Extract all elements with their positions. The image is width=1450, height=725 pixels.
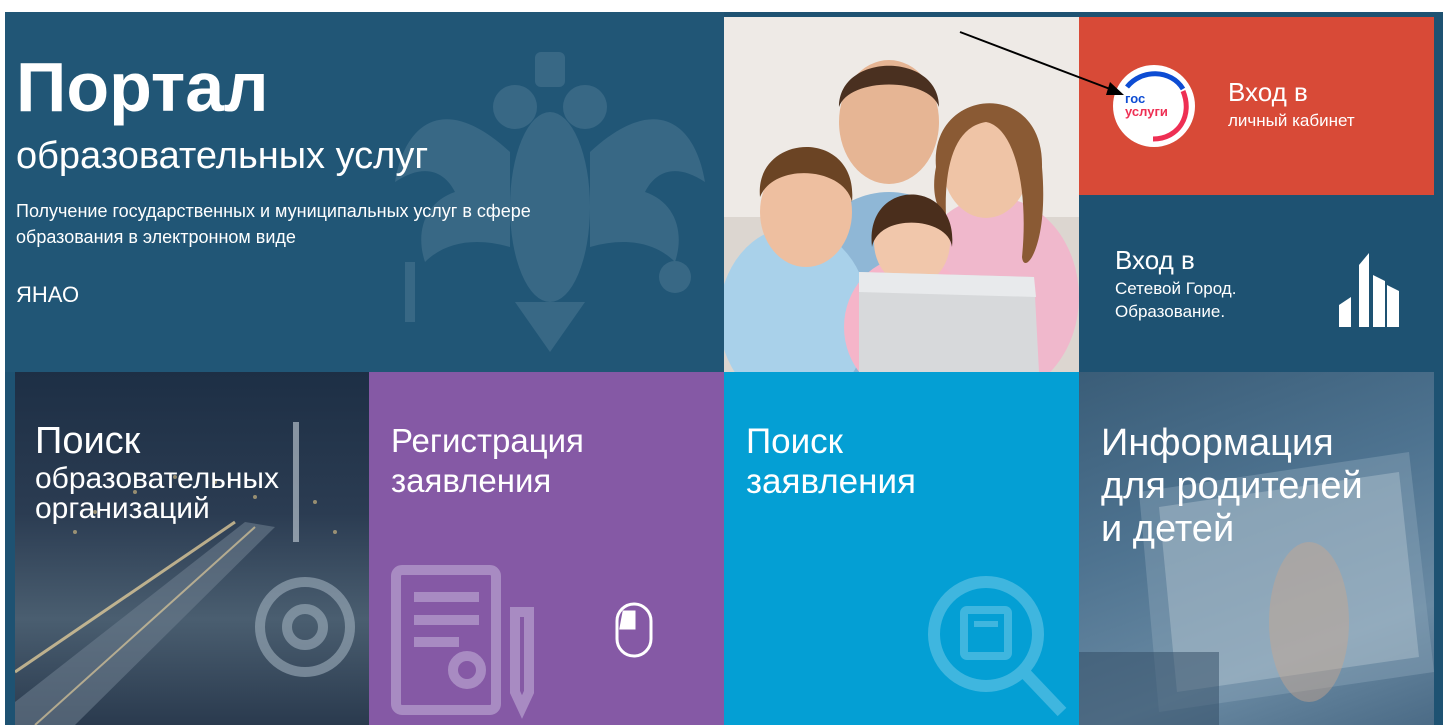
mouse-icon <box>615 602 653 658</box>
search-organizations-tile[interactable]: Поиск образовательных организаций <box>15 372 369 725</box>
network-city-subtitle: Сетевой Город. <box>1115 279 1237 298</box>
network-city-login-tile[interactable]: Вход в Сетевой Город. Образование. <box>1079 195 1434 372</box>
gosuslugi-logo-line: услуги <box>1125 104 1168 119</box>
family-illustration <box>724 17 1079 372</box>
parents-info-title: Информация <box>1101 422 1334 464</box>
hero-banner: Портал образовательных услуг Получение г… <box>5 12 724 372</box>
portal-description-line: Получение государственных и муниципальны… <box>16 201 531 221</box>
parents-info-subtitle: для родителей <box>1101 465 1363 507</box>
gosuslugi-logo-text: гос услуги <box>1125 92 1168 118</box>
region-label: ЯНАО <box>16 282 80 307</box>
family-photo <box>724 17 1079 372</box>
parents-info-subtitle: и детей <box>1101 508 1235 550</box>
portal-description: Получение государственных и муниципальны… <box>16 198 656 250</box>
registration-title: Регистрация <box>391 422 584 459</box>
search-application-subtitle: заявления <box>746 462 916 501</box>
network-city-logo-icon <box>1339 253 1399 327</box>
document-pen-icon <box>391 565 534 719</box>
search-application-tile[interactable]: Поиск заявления <box>724 372 1079 725</box>
search-organizations-subtitle: образовательных <box>35 462 279 495</box>
portal-description-line: образования в электронном виде <box>16 227 296 247</box>
network-city-subtitle: Образование. <box>1115 302 1226 321</box>
search-organizations-subtitle: организаций <box>35 492 210 525</box>
search-application-title: Поиск <box>746 422 843 461</box>
search-organizations-title: Поиск <box>35 420 141 462</box>
magnifier-newspaper-icon <box>928 576 1067 717</box>
portal-subtitle: образовательных услуг <box>16 135 429 177</box>
parents-info-tile[interactable]: Информация для родителей и детей <box>1079 372 1434 725</box>
network-city-title: Вход в <box>1115 245 1195 275</box>
gosuslugi-login-title: Вход в <box>1228 77 1308 107</box>
gosuslugi-login-subtitle: личный кабинет <box>1228 111 1355 130</box>
gosuslugi-login-tile[interactable]: гос услуги Вход в личный кабинет <box>1079 17 1434 195</box>
gosuslugi-logo-icon: гос услуги <box>1113 65 1195 147</box>
russian-emblem-icon <box>395 52 705 352</box>
portal-title: Портал <box>16 48 269 126</box>
location-pin-icon <box>255 577 355 677</box>
registration-tile[interactable]: Регистрация заявления <box>369 372 724 725</box>
registration-subtitle: заявления <box>391 462 552 499</box>
